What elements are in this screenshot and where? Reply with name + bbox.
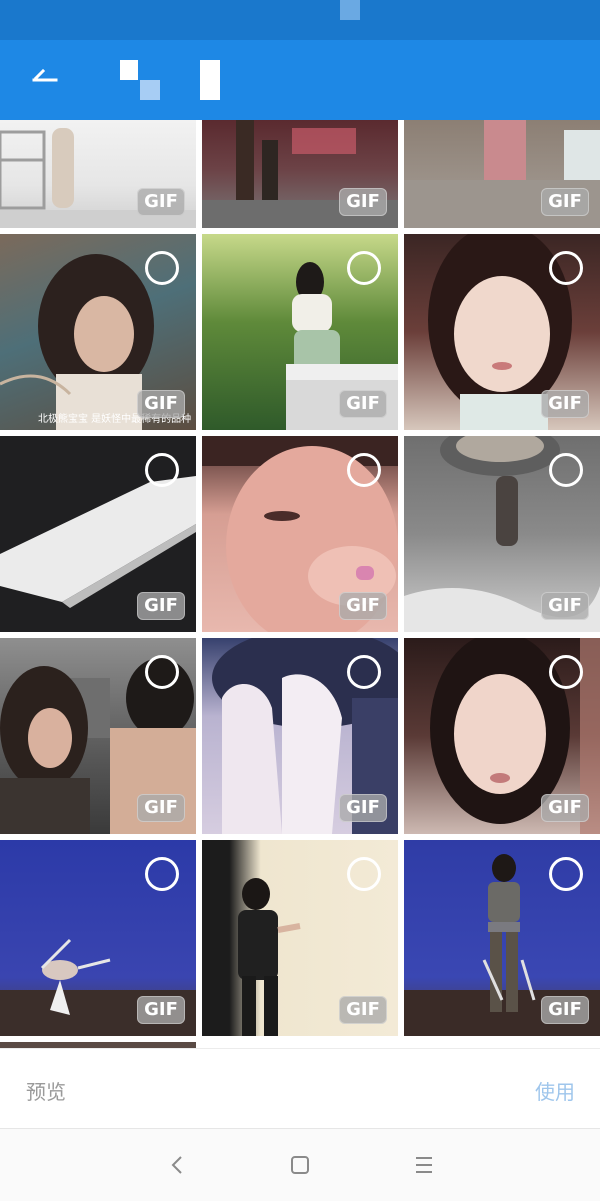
- status-bar: [0, 0, 600, 40]
- select-circle[interactable]: [347, 655, 381, 689]
- select-circle[interactable]: [549, 453, 583, 487]
- gif-badge: GIF: [339, 592, 387, 620]
- gif-badge: GIF: [137, 390, 185, 418]
- bottom-action-bar: 预览 使用: [0, 1048, 600, 1129]
- tile-r2c2[interactable]: GIF: [404, 436, 600, 632]
- status-bar-element: [340, 0, 360, 20]
- gif-badge: GIF: [541, 390, 589, 418]
- tile-r3c1[interactable]: GIF: [202, 638, 398, 834]
- nav-back-button[interactable]: [164, 1151, 192, 1179]
- gif-badge: GIF: [339, 188, 387, 216]
- nav-menu-icon: [416, 1157, 432, 1173]
- tile-r1c1[interactable]: GIF: [202, 234, 398, 430]
- tile-r1c2[interactable]: GIF: [404, 234, 600, 430]
- select-circle[interactable]: [145, 857, 179, 891]
- gif-badge: GIF: [137, 996, 185, 1024]
- tile-r2c1[interactable]: GIF: [202, 436, 398, 632]
- select-circle[interactable]: [145, 655, 179, 689]
- nav-back-icon: [171, 1156, 182, 1174]
- title-fragment: [200, 60, 220, 100]
- tile-r2c0[interactable]: GIF: [0, 436, 196, 632]
- back-button[interactable]: [22, 56, 70, 104]
- tile-r4c0[interactable]: GIF: [0, 840, 196, 1036]
- gif-badge: GIF: [541, 592, 589, 620]
- tile-r0c1[interactable]: GIF: [202, 120, 398, 228]
- select-circle[interactable]: [347, 251, 381, 285]
- select-circle[interactable]: [145, 453, 179, 487]
- gif-badge: GIF: [541, 188, 589, 216]
- nav-home-button[interactable]: [286, 1151, 314, 1179]
- gif-badge: GIF: [137, 188, 185, 216]
- app-toolbar: [0, 40, 600, 120]
- select-circle[interactable]: [549, 655, 583, 689]
- gif-badge: GIF: [339, 390, 387, 418]
- tile-r3c2[interactable]: GIF: [404, 638, 600, 834]
- title-fragment: [120, 60, 138, 80]
- use-button[interactable]: 使用: [535, 1076, 575, 1105]
- preview-button[interactable]: 预览: [26, 1076, 66, 1105]
- tile-r1c0[interactable]: 北极熊宝宝 是妖怪中最稀有的品种 GIF: [0, 234, 196, 430]
- title-fragment: [140, 80, 160, 100]
- tile-r3c0[interactable]: GIF: [0, 638, 196, 834]
- back-arrow-icon: [32, 68, 58, 82]
- system-nav-bar: [0, 1128, 600, 1201]
- tile-r4c1[interactable]: GIF: [202, 840, 398, 1036]
- select-circle[interactable]: [549, 857, 583, 891]
- tile-r0c0[interactable]: GIF: [0, 120, 196, 228]
- select-circle[interactable]: [549, 251, 583, 285]
- photo-grid[interactable]: GIF GIF GIF 北极熊宝宝 是妖怪中最稀有的品种 GIF GIF GIF…: [0, 120, 600, 1048]
- select-circle[interactable]: [347, 453, 381, 487]
- select-circle[interactable]: [145, 251, 179, 285]
- nav-menu-button[interactable]: [410, 1151, 438, 1179]
- gif-badge: GIF: [339, 794, 387, 822]
- gif-badge: GIF: [137, 592, 185, 620]
- nav-home-icon: [291, 1156, 309, 1174]
- tile-r0c2[interactable]: GIF: [404, 120, 600, 228]
- select-circle[interactable]: [347, 857, 381, 891]
- gif-badge: GIF: [137, 794, 185, 822]
- gif-badge: GIF: [339, 996, 387, 1024]
- tile-r4c2[interactable]: GIF: [404, 840, 600, 1036]
- gif-badge: GIF: [541, 996, 589, 1024]
- gif-badge: GIF: [541, 794, 589, 822]
